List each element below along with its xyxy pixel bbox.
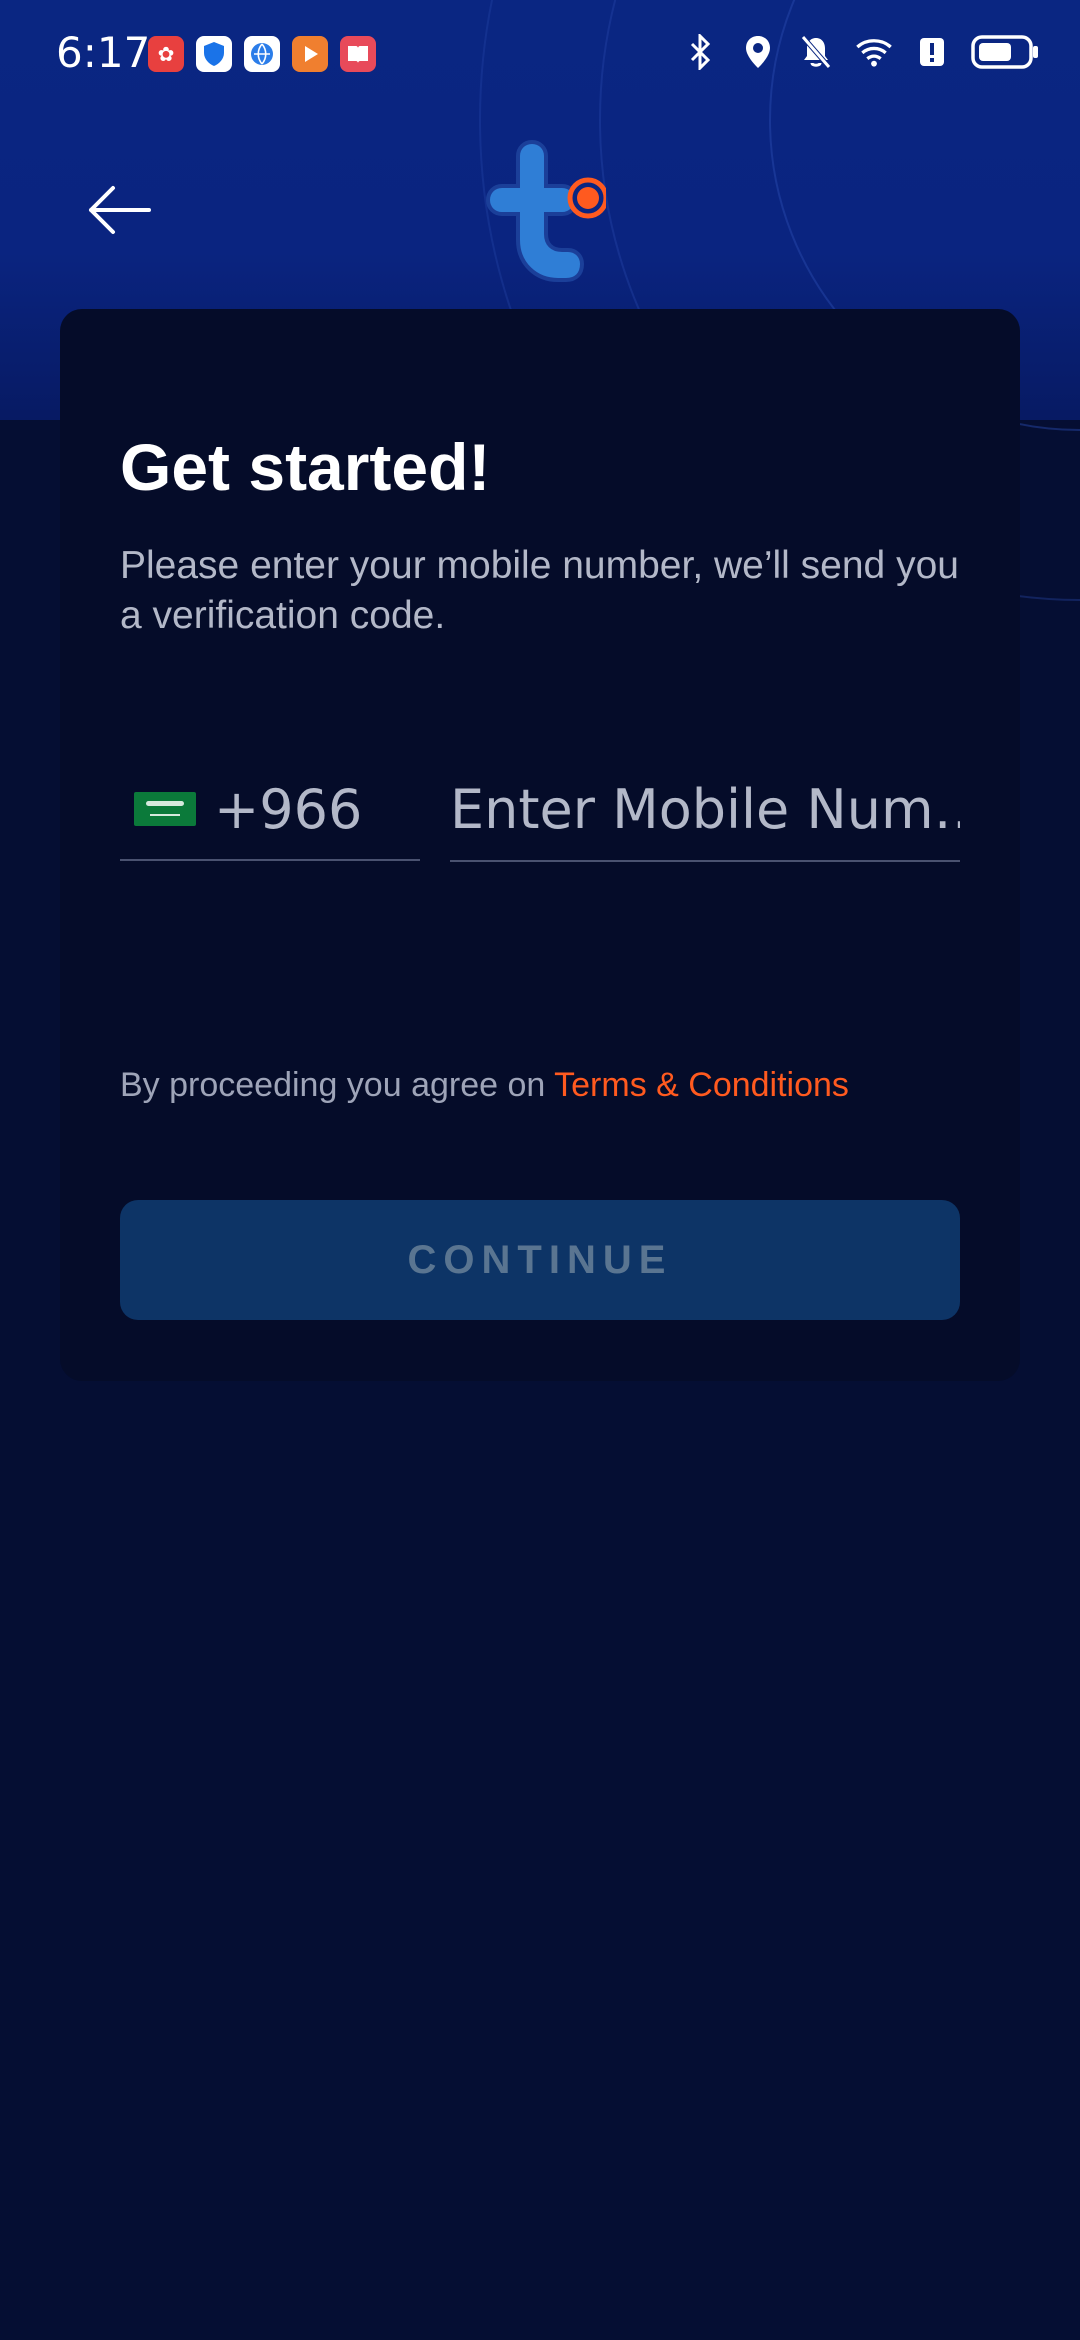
bluetooth-icon	[680, 30, 720, 74]
status-time: 6:17	[56, 28, 151, 77]
terms-text: By proceeding you agree on Terms & Condi…	[120, 1066, 849, 1105]
back-button[interactable]	[80, 175, 160, 245]
video-app-icon	[292, 36, 328, 72]
wifi-icon	[854, 30, 894, 74]
notification-app-icons: ✿	[148, 36, 376, 72]
continue-button[interactable]: CONTINUE	[120, 1200, 960, 1320]
mute-bell-icon	[796, 30, 836, 74]
status-bar: 6:17 ✿	[0, 0, 1080, 110]
page-subtitle: Please enter your mobile number, we’ll s…	[120, 544, 959, 637]
country-code-selector[interactable]: +966	[120, 759, 420, 861]
book-app-icon	[340, 36, 376, 72]
signup-card: Get started! Please enter your mobile nu…	[60, 309, 1020, 1381]
app-logo	[485, 140, 606, 282]
location-icon	[738, 30, 778, 74]
page-title: Get started!	[120, 430, 491, 504]
arrow-left-icon	[89, 186, 151, 234]
system-icons	[680, 30, 1040, 74]
alert-icon	[912, 30, 952, 74]
mobile-number-field	[450, 759, 960, 862]
shield-app-icon	[196, 36, 232, 72]
huawei-icon: ✿	[148, 36, 184, 72]
browser-app-icon	[244, 36, 280, 72]
mobile-number-input[interactable]	[450, 759, 960, 859]
battery-icon	[970, 30, 1040, 74]
terms-link[interactable]: Terms & Conditions	[554, 1066, 849, 1104]
saudi-arabia-flag-icon	[134, 792, 196, 826]
country-dial-code: +966	[214, 777, 363, 841]
terms-prefix: By proceeding you agree on	[120, 1066, 555, 1104]
